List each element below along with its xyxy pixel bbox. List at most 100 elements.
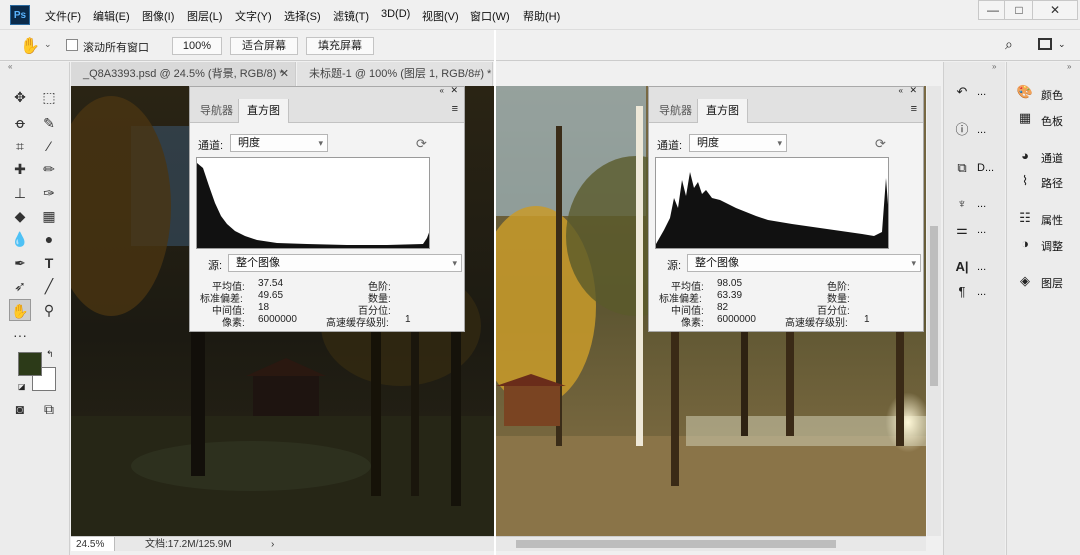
brush-label[interactable]: ... bbox=[977, 198, 986, 210]
chevron-down-icon[interactable]: ⌄ bbox=[44, 39, 52, 50]
paragraph-label[interactable]: ... bbox=[977, 286, 986, 298]
menu-layer[interactable]: 图层(L) bbox=[187, 8, 222, 24]
crop-tool-icon[interactable]: ⌗ bbox=[9, 135, 31, 157]
layers-panel-label[interactable]: 图层 bbox=[1041, 275, 1063, 291]
document-label[interactable]: D... bbox=[977, 162, 994, 174]
status-arrow-icon[interactable]: › bbox=[271, 537, 274, 552]
collapse-icon[interactable]: « bbox=[8, 62, 12, 71]
document-icon[interactable]: ⧉ bbox=[952, 158, 972, 178]
healing-brush-tool-icon[interactable]: ✚ bbox=[9, 158, 31, 180]
close-icon[interactable]: ✕ bbox=[909, 85, 917, 96]
tab-navigator[interactable]: 导航器 bbox=[192, 99, 241, 123]
menu-help[interactable]: 帮助(H) bbox=[523, 8, 560, 24]
zoom-100-button[interactable]: 100% bbox=[172, 37, 222, 55]
channel-select[interactable]: 明度 ▾ bbox=[230, 134, 328, 152]
sliders-label[interactable]: ... bbox=[977, 224, 986, 236]
foreground-color-swatch[interactable] bbox=[18, 352, 42, 376]
zoom-level[interactable]: 24.5% bbox=[71, 537, 115, 551]
menu-view[interactable]: 视图(V) bbox=[422, 8, 459, 24]
path-select-tool-icon[interactable]: ➶ bbox=[9, 275, 31, 297]
menu-window[interactable]: 窗口(W) bbox=[470, 8, 510, 24]
close-icon[interactable]: ✕ bbox=[280, 62, 289, 86]
default-colors-icon[interactable]: ◪ bbox=[18, 382, 26, 391]
scrollbar-thumb[interactable] bbox=[516, 540, 836, 548]
channels-panel-label[interactable]: 通道 bbox=[1041, 150, 1063, 166]
menu-edit[interactable]: 编辑(E) bbox=[93, 8, 130, 24]
more-tools-icon[interactable]: ··· bbox=[9, 324, 31, 346]
paragraph-icon[interactable]: ¶ bbox=[952, 282, 972, 302]
menu-3d[interactable]: 3D(D) bbox=[381, 8, 410, 20]
collapse-icon[interactable]: » bbox=[1067, 62, 1071, 71]
hand-tool-icon[interactable]: ✋ bbox=[20, 36, 40, 56]
paths-panel-label[interactable]: 路径 bbox=[1041, 175, 1063, 191]
refresh-icon[interactable]: ⟳ bbox=[416, 136, 427, 152]
gradient-tool-icon[interactable]: ▦ bbox=[38, 205, 60, 227]
scroll-all-checkbox[interactable] bbox=[66, 39, 78, 51]
lasso-tool-icon[interactable]: ꝋ bbox=[9, 112, 31, 134]
zoom-tool-icon[interactable]: ⚲ bbox=[38, 299, 60, 321]
chevron-down-icon[interactable]: ⌄ bbox=[1058, 39, 1066, 50]
menu-filter[interactable]: 滤镜(T) bbox=[333, 8, 369, 24]
eyedropper-tool-icon[interactable]: ⁄ bbox=[38, 135, 60, 157]
tab-histogram[interactable]: 直方图 bbox=[697, 99, 748, 123]
source-select[interactable]: 整个图像 ▾ bbox=[687, 254, 921, 272]
brush-settings-icon[interactable]: ♆ bbox=[952, 194, 972, 214]
swatches-icon[interactable]: ▦ bbox=[1015, 108, 1035, 128]
tab-document-1[interactable]: _Q8A3393.psd @ 24.5% (背景, RGB/8) * ✕ bbox=[71, 62, 296, 86]
menu-image[interactable]: 图像(I) bbox=[142, 8, 174, 24]
history-brush-tool-icon[interactable]: ✑ bbox=[38, 182, 60, 204]
close-icon[interactable]: ✕ bbox=[450, 85, 458, 96]
search-icon[interactable]: ⌕ bbox=[1005, 36, 1013, 53]
menu-select[interactable]: 选择(S) bbox=[284, 8, 321, 24]
collapse-icon[interactable]: « bbox=[440, 86, 444, 95]
channel-select[interactable]: 明度 ▾ bbox=[689, 134, 787, 152]
source-select[interactable]: 整个图像 ▾ bbox=[228, 254, 462, 272]
hand-tool-icon[interactable]: ✋ bbox=[9, 299, 31, 321]
fit-screen-button[interactable]: 适合屏幕 bbox=[230, 37, 298, 55]
refresh-icon[interactable]: ⟳ bbox=[875, 136, 886, 152]
properties-icon[interactable]: ☷ bbox=[1015, 208, 1035, 228]
horizontal-scrollbar[interactable] bbox=[496, 536, 926, 551]
clone-stamp-tool-icon[interactable]: ⊥ bbox=[9, 182, 31, 204]
collapse-icon[interactable]: « bbox=[899, 86, 903, 95]
tab-navigator[interactable]: 导航器 bbox=[651, 99, 700, 123]
menu-file[interactable]: 文件(F) bbox=[45, 8, 81, 24]
menu-type[interactable]: 文字(Y) bbox=[235, 8, 272, 24]
quick-mask-icon[interactable]: ◙ bbox=[9, 398, 31, 420]
pen-tool-icon[interactable]: ✒ bbox=[9, 252, 31, 274]
character-label[interactable]: ... bbox=[977, 261, 986, 273]
close-window-button[interactable]: ✕ bbox=[1032, 0, 1078, 20]
eraser-tool-icon[interactable]: ◆ bbox=[9, 205, 31, 227]
tab-histogram[interactable]: 直方图 bbox=[238, 99, 289, 123]
workspace-icon[interactable] bbox=[1038, 38, 1052, 50]
brush-tool-icon[interactable]: ✏ bbox=[38, 158, 60, 180]
panel-menu-icon[interactable]: ≡ bbox=[911, 103, 917, 115]
properties-panel-label[interactable]: 属性 bbox=[1041, 212, 1063, 228]
screen-mode-icon[interactable]: ⧉ bbox=[38, 398, 60, 420]
type-tool-icon[interactable]: T bbox=[38, 252, 60, 274]
color-palette-icon[interactable]: 🎨 bbox=[1015, 82, 1035, 102]
move-tool-icon[interactable]: ✥ bbox=[9, 86, 31, 108]
adjustments-panel-label[interactable]: 调整 bbox=[1041, 238, 1063, 254]
dodge-tool-icon[interactable]: ● bbox=[38, 228, 60, 250]
character-icon[interactable]: A| bbox=[952, 257, 972, 277]
fill-screen-button[interactable]: 填充屏幕 bbox=[306, 37, 374, 55]
collapse-icon[interactable]: » bbox=[992, 62, 996, 71]
layers-icon[interactable]: ◈ bbox=[1015, 271, 1035, 291]
scrollbar-thumb[interactable] bbox=[930, 226, 938, 386]
marquee-tool-icon[interactable]: ⬚ bbox=[38, 86, 60, 108]
vertical-scrollbar[interactable] bbox=[927, 86, 941, 536]
paths-icon[interactable]: ⌇ bbox=[1015, 171, 1035, 191]
history-label[interactable]: ... bbox=[977, 86, 986, 98]
swap-colors-icon[interactable]: ↰ bbox=[46, 349, 54, 360]
swatches-panel-label[interactable]: 色板 bbox=[1041, 113, 1063, 129]
panel-menu-icon[interactable]: ≡ bbox=[452, 103, 458, 115]
tab-document-2[interactable]: 未标题-1 @ 100% (图层 1, RGB/8#) * bbox=[297, 62, 493, 86]
sliders-icon[interactable]: ⚌ bbox=[952, 220, 972, 240]
history-icon[interactable]: ↶ bbox=[952, 82, 972, 102]
info-icon[interactable]: ⓘ bbox=[952, 120, 972, 140]
restore-button[interactable]: □ bbox=[1004, 0, 1034, 20]
line-tool-icon[interactable]: ╱ bbox=[38, 275, 60, 297]
quick-select-tool-icon[interactable]: ✎ bbox=[38, 112, 60, 134]
blur-tool-icon[interactable]: 💧 bbox=[9, 228, 31, 250]
